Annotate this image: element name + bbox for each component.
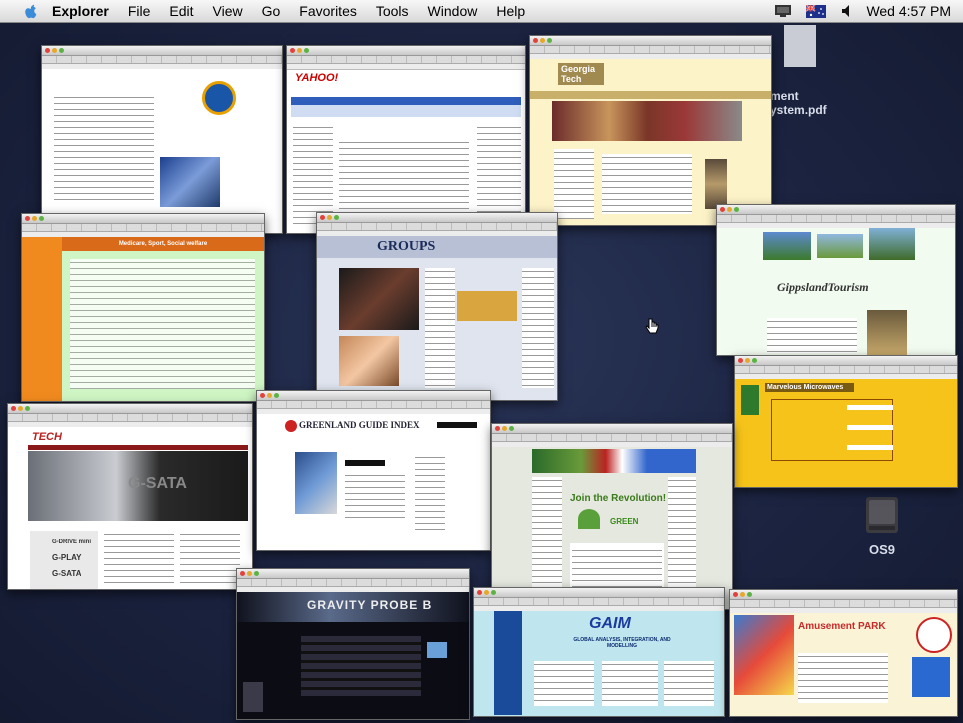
gsata-label: G-SATA: [52, 569, 82, 578]
volume-icon[interactable]: [840, 4, 852, 18]
gplay-label: G-PLAY: [52, 553, 82, 562]
gaim-subtitle: GLOBAL ANALYSIS, INTEGRATION, AND MODELL…: [573, 637, 671, 649]
join-title: Join the Revolution!: [570, 493, 667, 504]
menu-favorites[interactable]: Favorites: [299, 3, 357, 19]
desktop-pdf-icon[interactable]: [770, 23, 830, 72]
greenland-title: GREENLAND GUIDE INDEX: [299, 420, 420, 430]
window-groups[interactable]: GROUPS: [316, 212, 558, 401]
window-yahoo[interactable]: YAHOO!: [286, 45, 526, 234]
gdrive-label: G-DRIVE mini: [52, 539, 92, 545]
hard-disk-icon: [866, 497, 898, 533]
window-georgia-tech[interactable]: Georgia Tech: [529, 35, 772, 226]
menu-window[interactable]: Window: [428, 3, 478, 19]
photo-image: [160, 157, 220, 207]
desktop-os9-disk[interactable]: OS9: [858, 493, 906, 557]
window-amusement-park[interactable]: Amusement PARK: [729, 589, 958, 717]
gippsland-title: GippslandTourism: [777, 280, 869, 294]
desktop-pdf-label: ment ystem.pdf: [770, 89, 827, 117]
orange-header: Medicare, Sport, Social welfare: [62, 237, 264, 251]
os9-label: OS9: [868, 542, 895, 557]
window-orange-green[interactable]: Medicare, Sport, Social welfare: [21, 213, 265, 402]
window-gippsland[interactable]: GippslandTourism: [716, 204, 956, 356]
greenland-flag-icon: [285, 420, 297, 432]
groups-title: GROUPS: [377, 239, 436, 254]
desktop: ment ystem.pdf OS9 YAHOO! Georgia Tech M…: [0, 23, 963, 723]
header-banner: [532, 449, 696, 473]
display-icon[interactable]: [774, 4, 792, 18]
keyboard-flag-icon[interactable]: [806, 4, 827, 18]
plant-icon: [578, 509, 600, 529]
marvelous-title: Marvelous Microwaves: [765, 383, 854, 392]
menu-edit[interactable]: Edit: [169, 3, 193, 19]
yahoo-logo: YAHOO!: [295, 72, 339, 84]
menu-view[interactable]: View: [213, 3, 243, 19]
map-image: [457, 291, 517, 321]
logo-icon: [202, 81, 236, 115]
window-german-site[interactable]: [41, 45, 283, 234]
map-image: [295, 452, 337, 514]
menu-file[interactable]: File: [128, 3, 151, 19]
gaim-title: GAIM: [589, 615, 631, 632]
window-gtech[interactable]: TECH G-SATA G-DRIVE mini G-PLAY G-SATA: [7, 403, 253, 590]
menubar-clock[interactable]: Wed 4:57 PM: [866, 3, 951, 19]
woman-photo: [339, 336, 399, 386]
window-gaim[interactable]: GAIM GLOBAL ANALYSIS, INTEGRATION, AND M…: [473, 587, 725, 717]
park-title: Amusement PARK: [798, 621, 886, 632]
menu-help[interactable]: Help: [496, 3, 525, 19]
gsata-banner-text: G-SATA: [128, 475, 187, 492]
menu-go[interactable]: Go: [262, 3, 281, 19]
gtech-logo: TECH: [32, 431, 62, 443]
badge-icon: [916, 617, 952, 653]
menu-bar: Explorer File Edit View Go Favorites Too…: [0, 0, 963, 23]
window-greenland[interactable]: GREENLAND GUIDE INDEX: [256, 390, 491, 551]
singer-photo: [339, 268, 419, 330]
georgia-tech-logo: Georgia Tech: [558, 63, 604, 85]
window-gravity-probe[interactable]: GRAVITY PROBE B: [236, 568, 470, 720]
window-greenpeace[interactable]: Join the Revolution! GREEN: [491, 423, 733, 610]
menu-explorer[interactable]: Explorer: [52, 3, 109, 19]
pdf-file-icon: [784, 25, 816, 67]
window-marvelous[interactable]: Marvelous Microwaves: [734, 355, 958, 488]
green-text: GREEN: [610, 517, 639, 526]
hand-cursor-icon: [645, 318, 659, 334]
banner-image: [552, 101, 742, 141]
menu-tools[interactable]: Tools: [376, 3, 409, 19]
gravity-title: GRAVITY PROBE B: [307, 598, 433, 612]
ride-photo: [734, 615, 794, 695]
apple-menu-icon[interactable]: [22, 2, 40, 20]
